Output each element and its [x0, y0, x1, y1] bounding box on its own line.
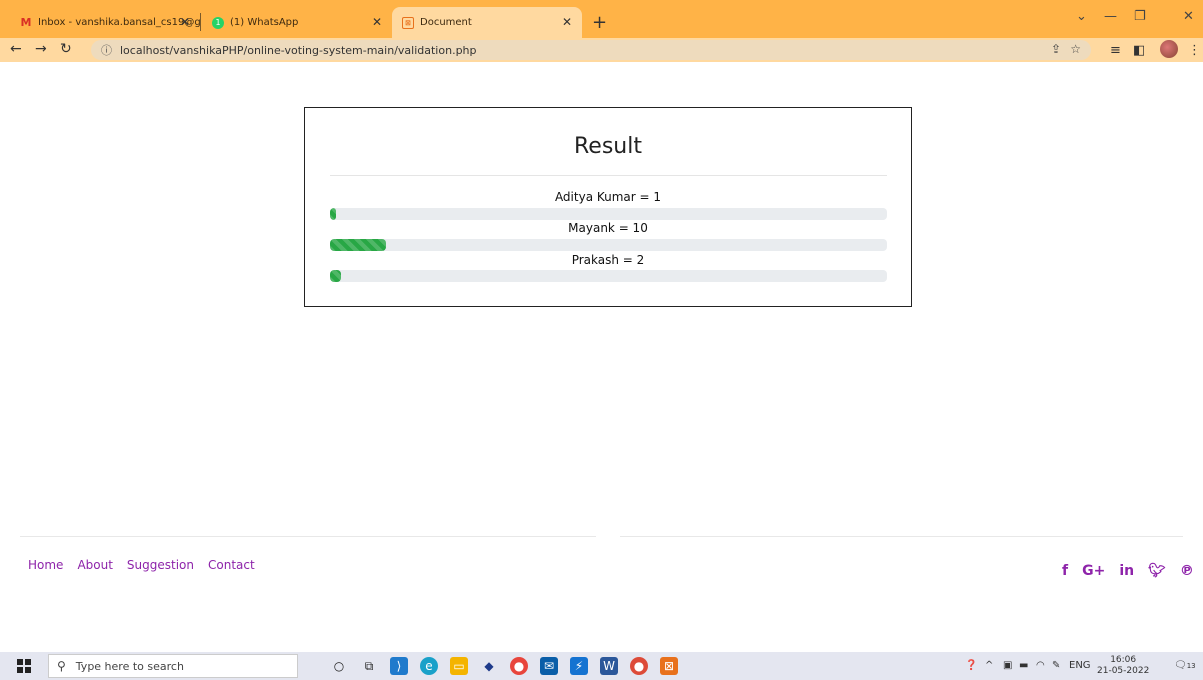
pen-icon[interactable]: ✎ [1052, 660, 1060, 671]
pinterest-icon[interactable]: ℗ [1180, 563, 1194, 579]
linkedin-icon[interactable]: in [1119, 563, 1134, 579]
tab-whatsapp[interactable]: 1 (1) WhatsApp ✕ [202, 7, 392, 38]
result-card: Result Aditya Kumar = 1 Mayank = 10 Prak… [304, 107, 912, 307]
url-text: localhost/vanshikaPHP/online-voting-syst… [120, 43, 477, 57]
facebook-icon[interactable]: f [1062, 563, 1068, 579]
progress-track [330, 208, 887, 220]
taskbar-search-input[interactable]: ⚲ Type here to search [48, 654, 298, 678]
vscode-icon[interactable]: ⟩ [390, 657, 408, 675]
forward-icon[interactable]: → [35, 41, 47, 57]
browser-tab-bar: M Inbox - vanshika.bansal_cs19@gl ✕ 1 (1… [0, 0, 1203, 38]
social-links: f G+ in 🐦︎ ℗ [1062, 563, 1194, 579]
progress-track [330, 270, 887, 282]
wifi-icon[interactable]: ◠ [1036, 660, 1045, 671]
show-hidden-icons-icon[interactable]: ^ [985, 660, 993, 671]
file-explorer-icon[interactable]: ▭ [450, 657, 468, 675]
window-close-icon[interactable]: ✕ [1183, 9, 1194, 24]
menu-icon[interactable]: ⋮ [1188, 43, 1201, 58]
tab-document[interactable]: ⊠ Document ✕ [392, 7, 582, 38]
back-icon[interactable]: ← [10, 41, 22, 57]
footer-divider [20, 536, 596, 537]
restore-icon[interactable]: ❐ [1134, 9, 1146, 24]
address-bar: ← → ↻ ⓘ localhost/vanshikaPHP/online-vot… [0, 38, 1203, 62]
cortana-icon[interactable]: ○ [330, 657, 348, 675]
tab-separator [200, 13, 201, 31]
share-icon[interactable]: ⇪ [1051, 42, 1061, 56]
tab-gmail[interactable]: M Inbox - vanshika.bansal_cs19@gl ✕ [10, 7, 200, 38]
task-view-icon[interactable]: ⧉ [360, 657, 378, 675]
footer-link-contact[interactable]: Contact [208, 558, 255, 572]
gmail-icon: M [20, 16, 32, 29]
chrome-profile-icon[interactable]: ● [630, 657, 648, 675]
bookmark-star-icon[interactable]: ☆ [1070, 42, 1081, 56]
close-icon[interactable]: ✕ [180, 15, 190, 29]
document-icon: ⊠ [402, 16, 414, 29]
chrome-icon[interactable]: ● [510, 657, 528, 675]
minimize-icon[interactable]: — [1104, 9, 1117, 24]
clock-date: 21-05-2022 [1097, 666, 1150, 676]
close-icon[interactable]: ✕ [562, 15, 572, 29]
dropbox-icon[interactable]: ◆ [480, 657, 498, 675]
tab-search-icon[interactable]: ⌄ [1076, 9, 1087, 24]
clock-time: 16:06 [1110, 655, 1137, 665]
result-title: Result [574, 134, 642, 159]
mail-icon[interactable]: ✉ [540, 657, 558, 675]
search-icon: ⚲ [57, 659, 66, 673]
divider [330, 175, 887, 176]
progress-track [330, 239, 887, 251]
edge-icon[interactable]: e [420, 657, 438, 675]
windows-taskbar: ⚲ Type here to search ○ ⧉ ⟩ e ▭ ◆ ● ✉ ⚡ … [0, 652, 1203, 680]
tab-title: (1) WhatsApp [230, 17, 299, 28]
windows-start-icon[interactable] [17, 659, 31, 673]
notifications-icon[interactable]: 🗨︎13 [1174, 660, 1196, 671]
progress-bar [330, 239, 386, 251]
help-icon[interactable]: ❓ [965, 660, 977, 671]
progress-bar [330, 208, 336, 220]
powershell-icon[interactable]: ⚡ [570, 657, 588, 675]
info-icon[interactable]: ⓘ [101, 42, 112, 58]
xampp-icon[interactable]: ⊠ [660, 657, 678, 675]
taskbar-clock[interactable]: 16:06 21-05-2022 [1097, 655, 1149, 677]
google-plus-icon[interactable]: G+ [1082, 563, 1105, 579]
footer-link-home[interactable]: Home [28, 558, 63, 572]
candidate-label: Aditya Kumar = 1 [554, 190, 662, 204]
progress-bar [330, 270, 342, 282]
new-tab-icon[interactable]: + [592, 12, 607, 33]
footer-link-suggestion[interactable]: Suggestion [127, 558, 194, 572]
network-icon[interactable]: ▣ [1003, 660, 1012, 671]
url-input[interactable]: ⓘ localhost/vanshikaPHP/online-voting-sy… [91, 40, 1091, 60]
reading-list-icon[interactable]: ≡ [1110, 43, 1121, 58]
candidate-label: Prakash = 2 [571, 253, 645, 267]
footer-link-about[interactable]: About [77, 558, 112, 572]
footer-divider [620, 536, 1183, 537]
battery-icon[interactable]: ▬ [1019, 660, 1028, 671]
twitter-icon[interactable]: 🐦︎ [1148, 563, 1166, 579]
tab-title: Inbox - vanshika.bansal_cs19@gl [38, 17, 200, 28]
footer-nav: Home About Suggestion Contact [28, 558, 255, 572]
close-icon[interactable]: ✕ [372, 15, 382, 29]
reload-icon[interactable]: ↻ [60, 41, 72, 57]
profile-avatar[interactable] [1160, 40, 1178, 58]
side-panel-icon[interactable]: ◧ [1133, 43, 1145, 58]
word-icon[interactable]: W [600, 657, 618, 675]
notification-count: 13 [1186, 662, 1196, 670]
whatsapp-icon: 1 [212, 16, 224, 29]
tab-title: Document [420, 17, 472, 28]
search-placeholder: Type here to search [75, 659, 184, 673]
language-indicator[interactable]: ENG [1069, 660, 1091, 671]
candidate-label: Mayank = 10 [568, 221, 648, 235]
